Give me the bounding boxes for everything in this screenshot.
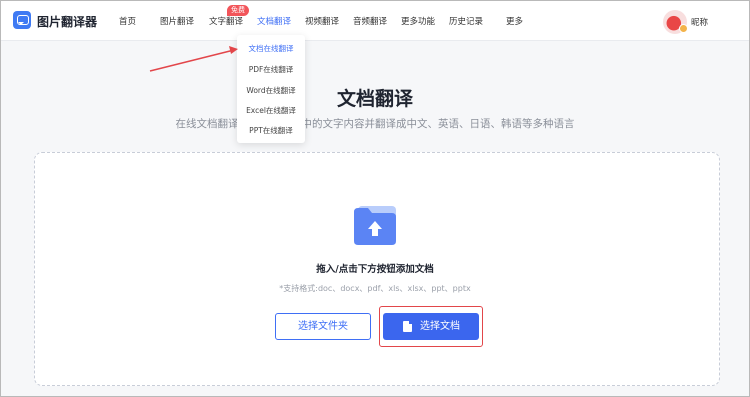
folder-upload-icon[interactable] [352, 203, 400, 247]
select-document-label: 选择文档 [420, 321, 460, 332]
select-folder-button[interactable]: 选择文件夹 [275, 313, 371, 340]
upload-hint: 拖入/点击下方按钮添加文档 [316, 264, 434, 275]
supported-formats: *支持格式:doc、docx、pdf、xls、xlsx、ppt、pptx [279, 284, 471, 293]
document-icon [403, 321, 412, 332]
select-document-button[interactable]: 选择文档 [383, 313, 479, 340]
